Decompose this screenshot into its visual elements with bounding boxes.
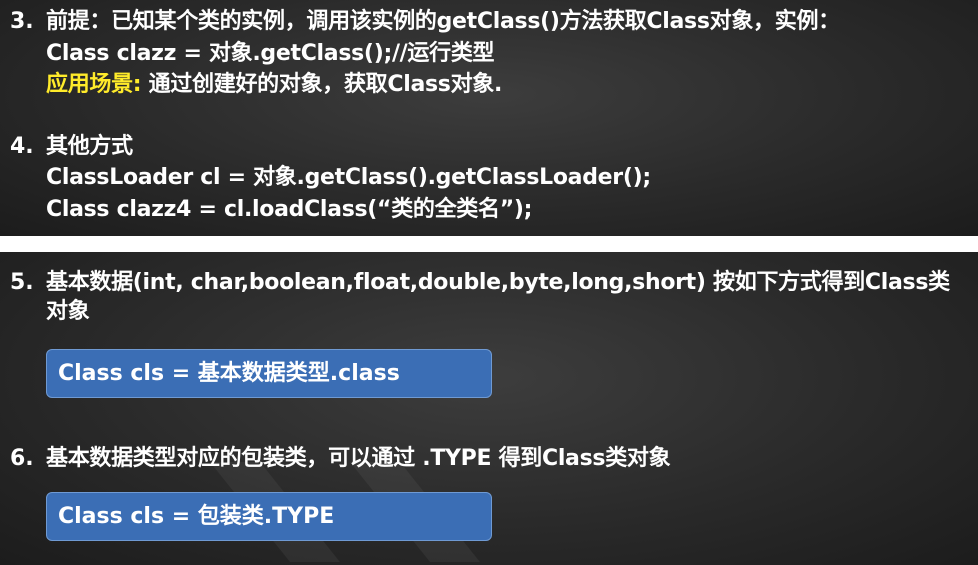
top-slide-panel: 3. 前提：已知某个类的实例，调用该实例的getClass()方法获取Class… xyxy=(0,0,978,236)
scenario-label: 应用场景: xyxy=(46,72,142,97)
section6-code-box: Class cls = 包装类.TYPE xyxy=(46,492,492,541)
section4-title: 其他方式 xyxy=(46,134,133,159)
item-number-5: 5. xyxy=(10,270,34,295)
section3-scenario: 应用场景: 通过创建好的对象，获取Class对象. xyxy=(46,71,502,99)
section3-premise: 前提：已知某个类的实例，调用该实例的getClass()方法获取Class对象，… xyxy=(46,9,840,34)
section5-code-box: Class cls = 基本数据类型.class xyxy=(46,349,492,398)
scenario-text: 通过创建好的对象，获取Class对象. xyxy=(141,72,503,97)
section4-loadclass-code: Class clazz4 = cl.loadClass(“类的全类名”); xyxy=(46,197,533,222)
section3-example-code: Class clazz = 对象.getClass();//运行类型 xyxy=(46,41,495,66)
section6-description: 基本数据类型对应的包装类，可以通过 .TYPE 得到Class类对象 xyxy=(46,446,671,471)
section4-classloader-code: ClassLoader cl = 对象.getClass().getClassL… xyxy=(46,165,651,190)
item-number-3: 3. xyxy=(10,9,34,34)
slide-divider xyxy=(0,236,978,252)
section5-description: 基本数据(int, char,boolean,float,double,byte… xyxy=(46,270,950,295)
section5-description-cont: 对象 xyxy=(46,299,90,324)
bottom-slide-panel: 5. 基本数据(int, char,boolean,float,double,b… xyxy=(0,252,978,565)
item-number-6: 6. xyxy=(10,446,34,471)
item-number-4: 4. xyxy=(10,134,34,159)
